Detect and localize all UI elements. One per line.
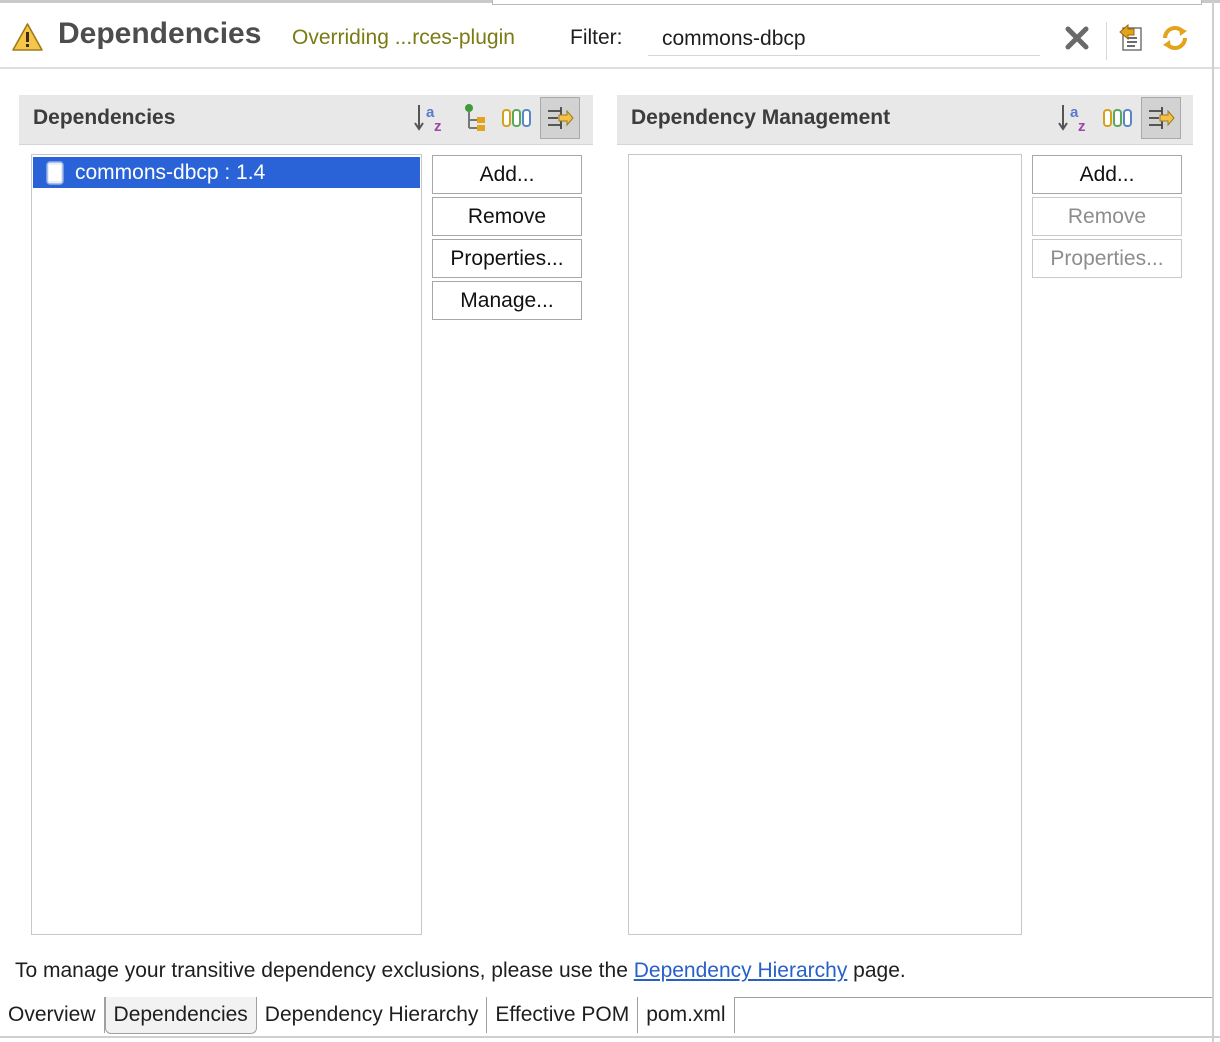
window-right-border: [1212, 0, 1214, 1042]
dependency-hierarchy-link[interactable]: Dependency Hierarchy: [634, 959, 848, 982]
filter-toggle-icon[interactable]: [1141, 97, 1181, 139]
warning-icon: [11, 22, 44, 52]
svg-text:z: z: [1078, 118, 1086, 134]
dependency-properties-button[interactable]: Properties...: [432, 239, 582, 278]
refresh-icon[interactable]: [1158, 20, 1192, 56]
dependency-management-section-title: Dependency Management: [631, 106, 891, 129]
filter-toggle-icon[interactable]: [540, 97, 580, 139]
remove-dependency-button[interactable]: Remove: [432, 197, 582, 236]
list-item[interactable]: commons-dbcp : 1.4: [33, 157, 420, 188]
header-separator: [1106, 22, 1107, 60]
status-message-link[interactable]: Overriding ...rces-plugin: [292, 26, 515, 50]
dependencies-list[interactable]: [31, 154, 422, 935]
add-dependency-button[interactable]: Add...: [432, 155, 582, 194]
header-divider: [0, 67, 1220, 69]
sort-alpha-icon[interactable]: a z: [1054, 97, 1094, 139]
hierarchy-icon[interactable]: [454, 97, 494, 139]
dependency-management-list[interactable]: [628, 154, 1022, 935]
note-text-after: page.: [847, 959, 906, 982]
add-managed-dependency-button[interactable]: Add...: [1032, 155, 1182, 194]
sort-alpha-icon[interactable]: a z: [410, 97, 450, 139]
clear-filter-icon[interactable]: [1060, 20, 1094, 56]
tab-dependencies[interactable]: Dependencies: [104, 997, 257, 1034]
show-group-id-icon[interactable]: [497, 97, 537, 139]
tab-overview[interactable]: Overview: [0, 997, 105, 1033]
filter-label: Filter:: [570, 26, 623, 49]
editor-page-tabs: Overview Dependencies Dependency Hierarc…: [0, 997, 735, 1035]
remove-managed-dependency-button[interactable]: Remove: [1032, 197, 1182, 236]
dependencies-section-title: Dependencies: [33, 106, 176, 129]
note-text-before: To manage your transitive dependency exc…: [15, 959, 634, 982]
show-group-id-icon[interactable]: [1098, 97, 1138, 139]
edit-pom-icon[interactable]: [1114, 20, 1148, 56]
window-bottom-border: [0, 1036, 1220, 1038]
editor-tab-edge: [492, 0, 1202, 5]
exclusions-note: To manage your transitive dependency exc…: [15, 959, 906, 983]
tab-pom-xml[interactable]: pom.xml: [638, 997, 735, 1033]
page-title: Dependencies: [58, 17, 262, 50]
tab-effective-pom[interactable]: Effective POM: [487, 997, 639, 1033]
filter-input[interactable]: [648, 22, 1040, 56]
tab-dependency-hierarchy[interactable]: Dependency Hierarchy: [256, 997, 488, 1033]
list-item-label: commons-dbcp : 1.4: [75, 160, 266, 184]
jar-icon: [46, 160, 64, 185]
managed-dependency-properties-button[interactable]: Properties...: [1032, 239, 1182, 278]
manage-dependency-button[interactable]: Manage...: [432, 281, 582, 320]
svg-text:z: z: [434, 118, 442, 134]
